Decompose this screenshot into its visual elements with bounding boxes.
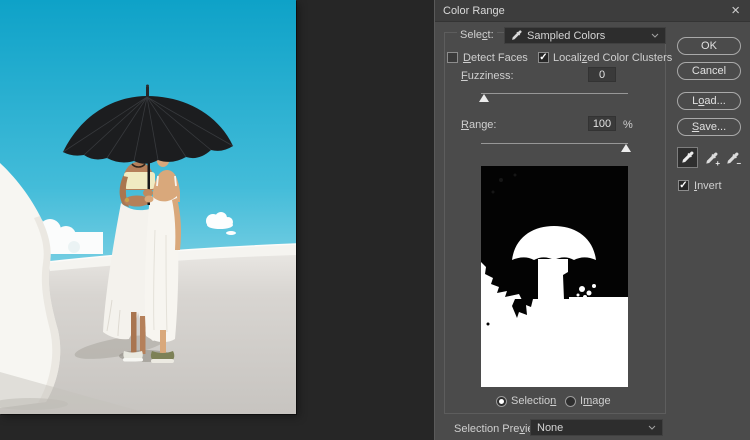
chevron-down-icon (651, 33, 659, 38)
dialog-titlebar[interactable]: Color Range × (435, 0, 750, 22)
fuzziness-label: Fuzziness: (461, 70, 514, 82)
localized-clusters-checkbox[interactable]: ✓ (538, 52, 549, 63)
select-label: Select: (457, 29, 497, 41)
load-button[interactable]: Load... (677, 92, 741, 110)
image-radio-label: Image (580, 395, 611, 407)
fuzziness-slider-track[interactable] (481, 93, 628, 94)
select-dropdown[interactable]: Sampled Colors (504, 27, 666, 44)
select-dropdown-value: Sampled Colors (527, 30, 605, 42)
eyedropper-sample-button[interactable] (677, 147, 698, 168)
range-label: Range: (461, 119, 496, 131)
eyedropper-subtract-button[interactable]: − (724, 150, 740, 166)
eyedropper-icon (511, 30, 522, 41)
plus-badge: + (715, 159, 720, 168)
range-slider-thumb[interactable] (621, 144, 631, 152)
selection-preview-dropdown[interactable]: None (530, 419, 663, 436)
check-icon: ✓ (679, 181, 688, 190)
localized-clusters-label: Localized Color Clusters (553, 52, 672, 64)
eyedropper-icon (681, 151, 694, 164)
fuzziness-slider-thumb[interactable] (479, 94, 489, 102)
close-icon[interactable]: × (729, 3, 742, 18)
detect-faces-label: Detect Faces (463, 52, 528, 64)
document-photo[interactable] (0, 0, 296, 414)
ok-button[interactable]: OK (677, 37, 741, 55)
invert-label: Invert (694, 180, 722, 192)
selection-radio[interactable] (496, 396, 507, 407)
mask-image (481, 166, 628, 387)
chevron-down-icon (648, 425, 656, 430)
check-icon: ✓ (539, 53, 548, 62)
selection-mask-preview[interactable] (481, 166, 628, 387)
image-radio[interactable] (565, 396, 576, 407)
dialog-title: Color Range (443, 5, 729, 17)
detect-faces-checkbox[interactable] (447, 52, 458, 63)
selection-radio-label: Selection (511, 395, 556, 407)
minus-badge: − (736, 159, 741, 168)
selection-preview-value: None (537, 422, 563, 434)
fuzziness-value[interactable]: 0 (588, 67, 616, 82)
save-button[interactable]: Save... (677, 118, 741, 136)
eyedropper-add-button[interactable]: + (703, 150, 719, 166)
photo-illustration (0, 0, 296, 414)
cancel-button[interactable]: Cancel (677, 62, 741, 80)
color-range-dialog: Color Range × Select: Sampled Colors Det… (434, 0, 750, 440)
invert-checkbox[interactable]: ✓ (678, 180, 689, 191)
range-slider-track[interactable] (481, 143, 628, 144)
range-value[interactable]: 100 (588, 116, 616, 131)
range-unit: % (623, 119, 633, 131)
